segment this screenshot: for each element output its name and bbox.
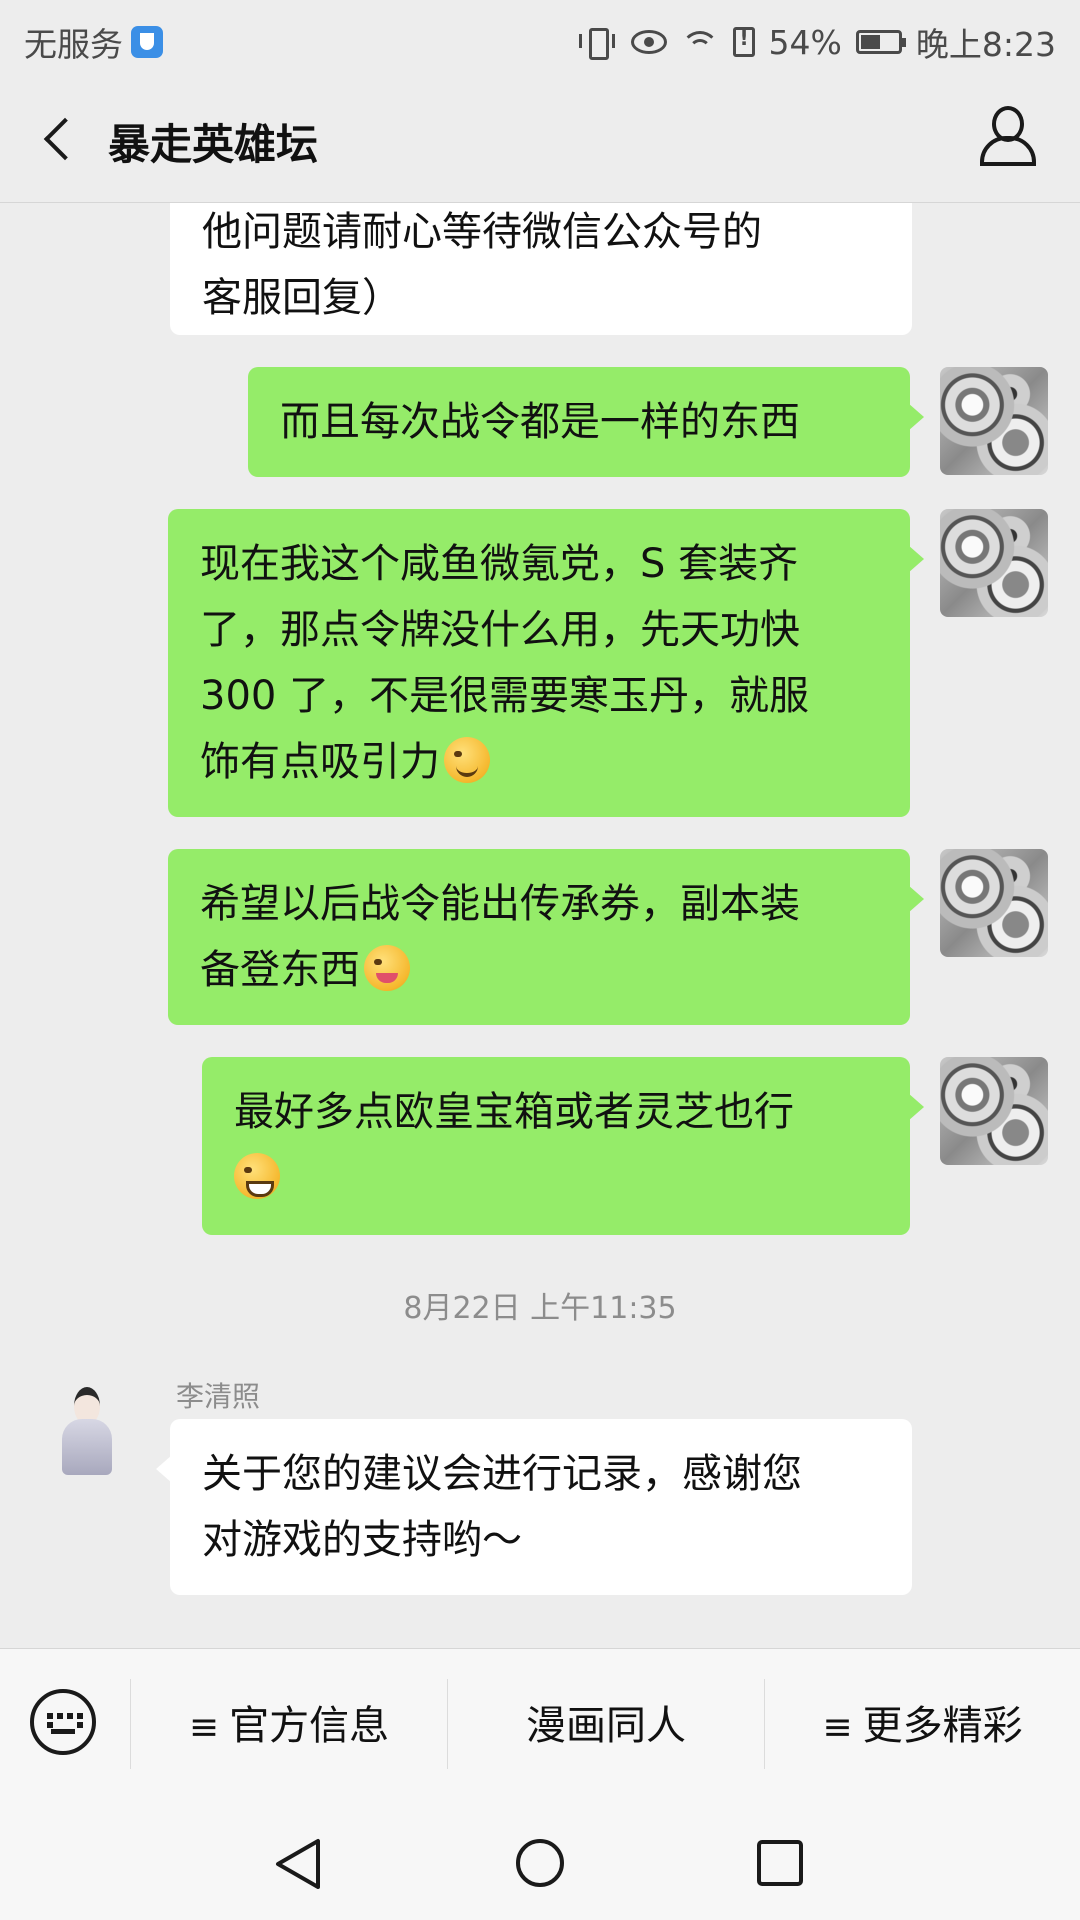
nav-recent-square-icon[interactable]	[756, 1839, 804, 1887]
menu-list-icon: ≡	[188, 1707, 220, 1748]
security-shield-icon	[131, 26, 163, 58]
my-avatar[interactable]	[940, 509, 1048, 617]
keyboard-icon[interactable]	[30, 1689, 96, 1755]
official-account-menu: ≡ 官方信息 漫画同人 ≡ 更多精彩	[0, 1648, 1080, 1804]
message-bubble-received[interactable]: 关于您的建议会进行记录，感谢您 对游戏的支持哟～	[156, 1419, 912, 1595]
clock: 晚上8:23	[915, 25, 1056, 64]
message-bubble-sent[interactable]: 希望以后战令能出传承券，副本装 备登东西	[168, 849, 924, 1025]
battery-fill	[860, 35, 880, 49]
smirk-sweat-emoji-icon	[444, 737, 490, 783]
message-bubble-received[interactable]: 他问题请耐心等待微信公众号的 客服回复）	[170, 203, 912, 335]
message-bubble-sent[interactable]: 现在我这个咸鱼微氪党，S 套装齐 了，那点令牌没什么用，先天功快 300 了，不…	[168, 509, 924, 817]
chat-message-list[interactable]: 他问题请耐心等待微信公众号的 客服回复） 而且每次战令都是一样的东西 现在我这个…	[0, 203, 1080, 1648]
message-text-line: 客服回复）	[202, 275, 402, 321]
message-bubble-sent[interactable]: 而且每次战令都是一样的东西	[248, 367, 924, 477]
message-text-line: 现在我这个咸鱼微氪党，S 套装齐	[200, 541, 799, 587]
menu-item-official-info[interactable]: ≡ 官方信息	[131, 1649, 447, 1804]
profile-person-icon[interactable]	[978, 106, 1036, 166]
menu-item-more[interactable]: ≡ 更多精彩	[765, 1649, 1080, 1804]
wechat-chat-screen: 无服务 54% 晚上8:23 暴走英雄坛 他问题请耐心等待微信公众号的	[0, 0, 1080, 1920]
message-text-line	[234, 1145, 878, 1211]
status-left: 无服务	[24, 18, 163, 66]
message-text-line: 希望以后战令能出传承券，副本装	[200, 881, 800, 927]
status-right: 54% 晚上8:23	[577, 18, 1056, 66]
sender-name: 李清照	[176, 1380, 261, 1413]
message-text-line: 他问题请耐心等待微信公众号的	[202, 209, 762, 255]
my-avatar[interactable]	[940, 1057, 1048, 1165]
menu-list-icon: ≡	[822, 1707, 853, 1748]
wink-tongue-emoji-icon	[364, 945, 410, 991]
carrier-label: 无服务	[24, 25, 123, 64]
battery-percent: 54%	[768, 22, 842, 62]
wifi-icon	[680, 27, 719, 57]
menu-item-label: 官方信息	[229, 1703, 390, 1749]
menu-item-comics[interactable]: 漫画同人	[448, 1649, 764, 1804]
back-arrow-icon[interactable]	[40, 116, 74, 164]
message-timestamp: 8月22日 上午11:35	[403, 1291, 677, 1326]
status-bar: 无服务 54% 晚上8:23	[0, 0, 1080, 78]
menu-item-label: 更多精彩	[862, 1703, 1023, 1749]
chat-header: 暴走英雄坛	[0, 78, 1080, 203]
chat-title: 暴走英雄坛	[108, 120, 319, 169]
message-text-span: 饰有点吸引力	[200, 739, 440, 785]
menu-item-label: 漫画同人	[526, 1703, 686, 1749]
message-text-line: 备登东西	[200, 937, 878, 1003]
message-text-line: 最好多点欧皇宝箱或者灵芝也行	[234, 1089, 794, 1135]
message-text-line: 300 了，不是很需要寒玉丹，就服	[200, 673, 810, 719]
sim-alert-icon	[732, 26, 755, 57]
nav-home-circle-icon[interactable]	[514, 1837, 566, 1889]
message-text-line: 了，那点令牌没什么用，先天功快	[200, 607, 800, 653]
battery-icon	[855, 30, 906, 54]
message-bubble-sent[interactable]: 最好多点欧皇宝箱或者灵芝也行	[202, 1057, 924, 1235]
system-navigation-bar	[0, 1803, 1080, 1920]
grinning-emoji-icon	[234, 1153, 280, 1199]
message-text-line: 关于您的建议会进行记录，感谢您	[202, 1451, 802, 1497]
message-text-span: 备登东西	[200, 947, 360, 993]
sender-avatar[interactable]	[52, 1383, 122, 1479]
my-avatar[interactable]	[940, 367, 1048, 475]
message-text-line: 对游戏的支持哟～	[202, 1517, 522, 1563]
message-text: 而且每次战令都是一样的东西	[280, 399, 800, 445]
message-text-line: 饰有点吸引力	[200, 729, 878, 795]
my-avatar[interactable]	[940, 849, 1048, 957]
vibrate-icon	[577, 26, 617, 60]
eye-comfort-icon	[630, 30, 667, 54]
